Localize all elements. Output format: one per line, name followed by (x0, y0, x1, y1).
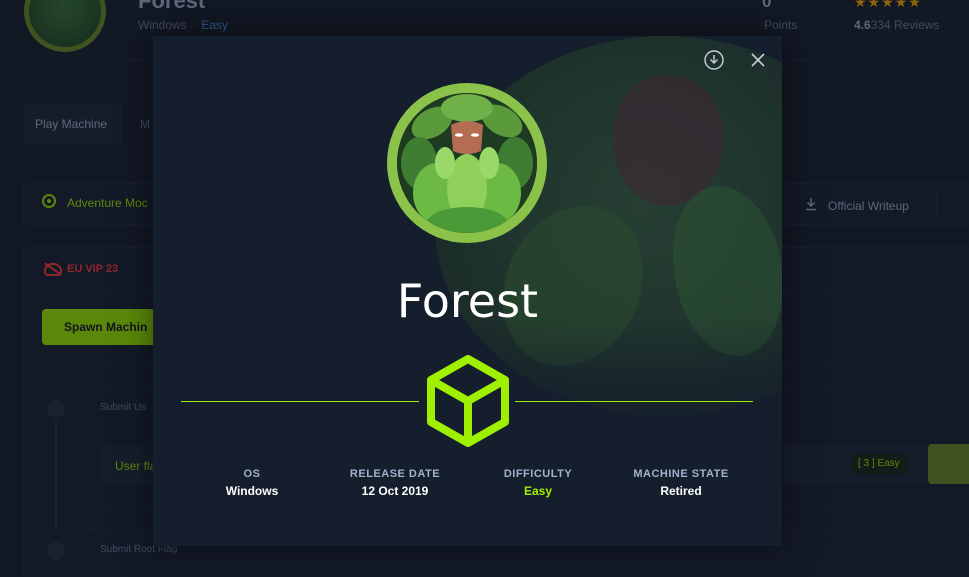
close-icon (751, 53, 765, 67)
stat-os-value: Windows (225, 484, 279, 498)
divider-left (181, 401, 419, 402)
machine-page: Forest Windows · Easy 0 Points ★★★★★ 4.6… (0, 0, 969, 577)
stat-os: OS Windows (202, 468, 302, 498)
stat-machine-state-value: Retired (660, 484, 702, 498)
stat-machine-state-label: MACHINE STATE (633, 468, 729, 480)
divider-right (515, 401, 753, 402)
close-button[interactable] (747, 49, 769, 71)
machine-avatar-large (387, 83, 547, 243)
forest-avatar-art (397, 93, 537, 233)
stat-release-date: RELEASE DATE 12 Oct 2019 (340, 468, 450, 498)
stat-release-date-label: RELEASE DATE (349, 468, 441, 480)
stat-difficulty-label: DIFFICULTY (503, 468, 573, 480)
stat-difficulty: DIFFICULTY Easy (488, 468, 588, 498)
cube-icon (427, 355, 509, 447)
download-icon (704, 50, 724, 70)
stat-os-label: OS (243, 468, 261, 480)
stat-difficulty-value: Easy (523, 484, 553, 498)
download-button[interactable] (703, 49, 725, 71)
stat-release-date-value: 12 Oct 2019 (361, 484, 429, 498)
machine-name: Forest (396, 274, 539, 328)
stat-machine-state: MACHINE STATE Retired (621, 468, 741, 498)
machine-info-modal: Forest OS Windows RELEASE DATE 12 Oct 20… (153, 36, 782, 546)
